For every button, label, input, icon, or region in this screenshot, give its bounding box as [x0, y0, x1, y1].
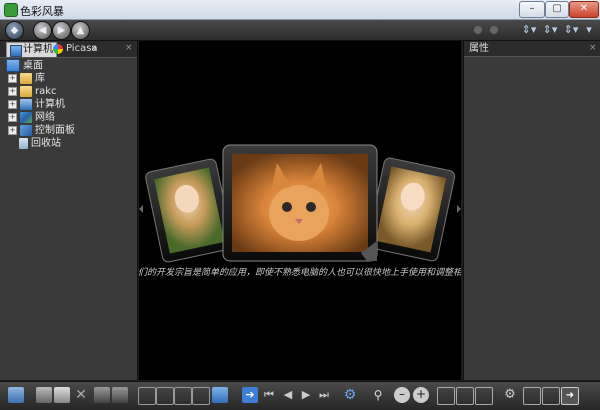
tree-item-desktop[interactable]: 桌面	[6, 59, 43, 72]
tree-item-label: 计算机	[35, 99, 65, 110]
viewer-caption: 我们的开发宗旨是简单的应用，即使不熟悉电脑的人也可以很快地上手使用和调整相片	[139, 267, 461, 278]
nav-menu-button[interactable]: ◆	[5, 21, 24, 40]
scroll-left-icon[interactable]	[139, 205, 143, 213]
tree-item-network[interactable]: + 网络	[8, 111, 55, 124]
bottom-toolbar: ✕ ➔ ⏮ ◀ ▶ ⏭ ⚙ ⚲ – + ⚙ ➜	[0, 381, 600, 410]
photo-thumbnail-left[interactable]	[145, 158, 235, 263]
forward-button[interactable]: ▶	[52, 21, 71, 40]
first-image-icon[interactable]: ⏮	[261, 387, 277, 403]
user-folder-icon	[20, 85, 32, 97]
properties-panel: 属性 ×	[463, 41, 600, 380]
panel-tabs: 计算机 Picasa » ×	[0, 41, 137, 58]
layout-dropdown-icon[interactable]: ▾	[582, 22, 596, 37]
panel-close-icon[interactable]: ×	[125, 43, 133, 53]
tree-item-label: rakc	[35, 86, 57, 97]
next-image-icon[interactable]: ▶	[298, 387, 314, 403]
network-icon	[20, 111, 32, 123]
photo-viewer[interactable]: 我们的开发宗旨是简单的应用，即使不熟悉电脑的人也可以很快地上手使用和调整相片	[129, 41, 472, 380]
properties-header: 属性	[464, 41, 600, 57]
carousel: 我们的开发宗旨是简单的应用，即使不熟悉电脑的人也可以很快地上手使用和调整相片	[129, 144, 472, 278]
app-icon	[4, 3, 18, 17]
rotate-left-icon[interactable]	[94, 387, 110, 403]
tree-item-recycle-bin[interactable]: 回收站	[19, 137, 61, 150]
tree-item-library[interactable]: + 库	[8, 72, 45, 85]
tree-item-label: 回收站	[31, 138, 61, 149]
computer-icon	[20, 98, 32, 110]
grid-view-icon[interactable]	[138, 387, 156, 405]
tree-item-label: 网络	[35, 112, 55, 123]
expand-icon[interactable]: +	[8, 112, 17, 122]
expand-icon[interactable]: +	[8, 86, 17, 96]
picasa-icon	[53, 44, 63, 54]
window-title: 色彩风暴	[20, 5, 64, 18]
last-image-icon[interactable]: ⏭	[316, 387, 332, 403]
tree-item-label: 桌面	[23, 60, 43, 72]
fit-view-icon[interactable]	[174, 387, 192, 405]
photo-main[interactable]	[222, 144, 378, 262]
filter-dropdown-icon[interactable]: ⇕▾	[540, 22, 560, 37]
print-icon[interactable]	[54, 387, 70, 403]
minimize-button[interactable]: –	[519, 1, 545, 18]
delete-icon[interactable]: ✕	[73, 387, 89, 403]
expand-icon[interactable]: +	[8, 99, 17, 109]
back-button[interactable]: ◀	[33, 21, 52, 40]
recycle-bin-icon	[19, 137, 28, 149]
properties-close-icon[interactable]: ×	[589, 43, 597, 53]
list-view-icon[interactable]	[156, 387, 174, 405]
export-icon[interactable]: ➔	[242, 387, 258, 403]
photo-thumbnail-right[interactable]	[366, 157, 456, 262]
rotate-right-icon[interactable]	[112, 387, 128, 403]
search-icon[interactable]: ⚲	[370, 387, 386, 403]
sort-dropdown-icon[interactable]: ⇕▾	[519, 22, 539, 37]
up-button[interactable]: ▲	[71, 21, 90, 40]
info-icon[interactable]	[475, 387, 493, 405]
tree-item-control-panel[interactable]: + 控制面板	[8, 124, 75, 137]
folder-panel: 计算机 Picasa » × 桌面 + 库 + rakc + 计算机 + 网络 + 控制面…	[0, 41, 138, 380]
right-panel-toggle-icon[interactable]	[542, 387, 560, 405]
left-panel-toggle-icon[interactable]	[523, 387, 541, 405]
exit-icon[interactable]: ➜	[561, 387, 579, 405]
desktop-icon	[6, 59, 20, 72]
actual-size-icon[interactable]	[437, 387, 455, 405]
tree-item-computer[interactable]: + 计算机	[8, 98, 65, 111]
save-icon[interactable]	[36, 387, 52, 403]
library-folder-icon	[20, 72, 32, 84]
status-dot-icon	[490, 26, 498, 34]
control-panel-icon	[20, 124, 32, 136]
zoom-out-icon[interactable]: –	[394, 387, 410, 403]
expand-icon[interactable]: +	[8, 73, 17, 83]
close-button[interactable]: ✕	[569, 1, 599, 18]
computer-icon	[10, 45, 22, 57]
tab-computer-label: 计算机	[23, 44, 53, 55]
title-bar: 色彩风暴 – ▢ ✕	[0, 0, 600, 20]
tree-item-label: 库	[35, 73, 45, 84]
fullscreen-icon[interactable]	[192, 387, 210, 405]
expand-icon[interactable]: +	[8, 125, 17, 135]
previous-image-icon[interactable]: ◀	[280, 387, 296, 403]
status-dot-icon	[474, 26, 482, 34]
options-gear-icon[interactable]: ⚙	[502, 387, 518, 403]
tab-overflow-button[interactable]: »	[89, 42, 99, 56]
settings-gear-icon[interactable]: ⚙	[342, 387, 358, 403]
zoom-in-icon[interactable]: +	[413, 387, 429, 403]
tree-item-label: 控制面板	[35, 125, 75, 136]
top-toolbar: ◆ ◀ ▶ ▲ ⇕▾ ⇕▾ ⇕▾ ▾	[0, 20, 600, 41]
edit-icon[interactable]	[212, 387, 228, 403]
properties-title: 属性	[469, 43, 489, 54]
browse-icon[interactable]	[8, 387, 24, 403]
view-dropdown-icon[interactable]: ⇕▾	[561, 22, 581, 37]
slideshow-icon[interactable]	[456, 387, 474, 405]
tree-item-rakc[interactable]: + rakc	[8, 85, 57, 98]
restore-button[interactable]: ▢	[545, 1, 569, 18]
scroll-right-icon[interactable]	[457, 205, 461, 213]
